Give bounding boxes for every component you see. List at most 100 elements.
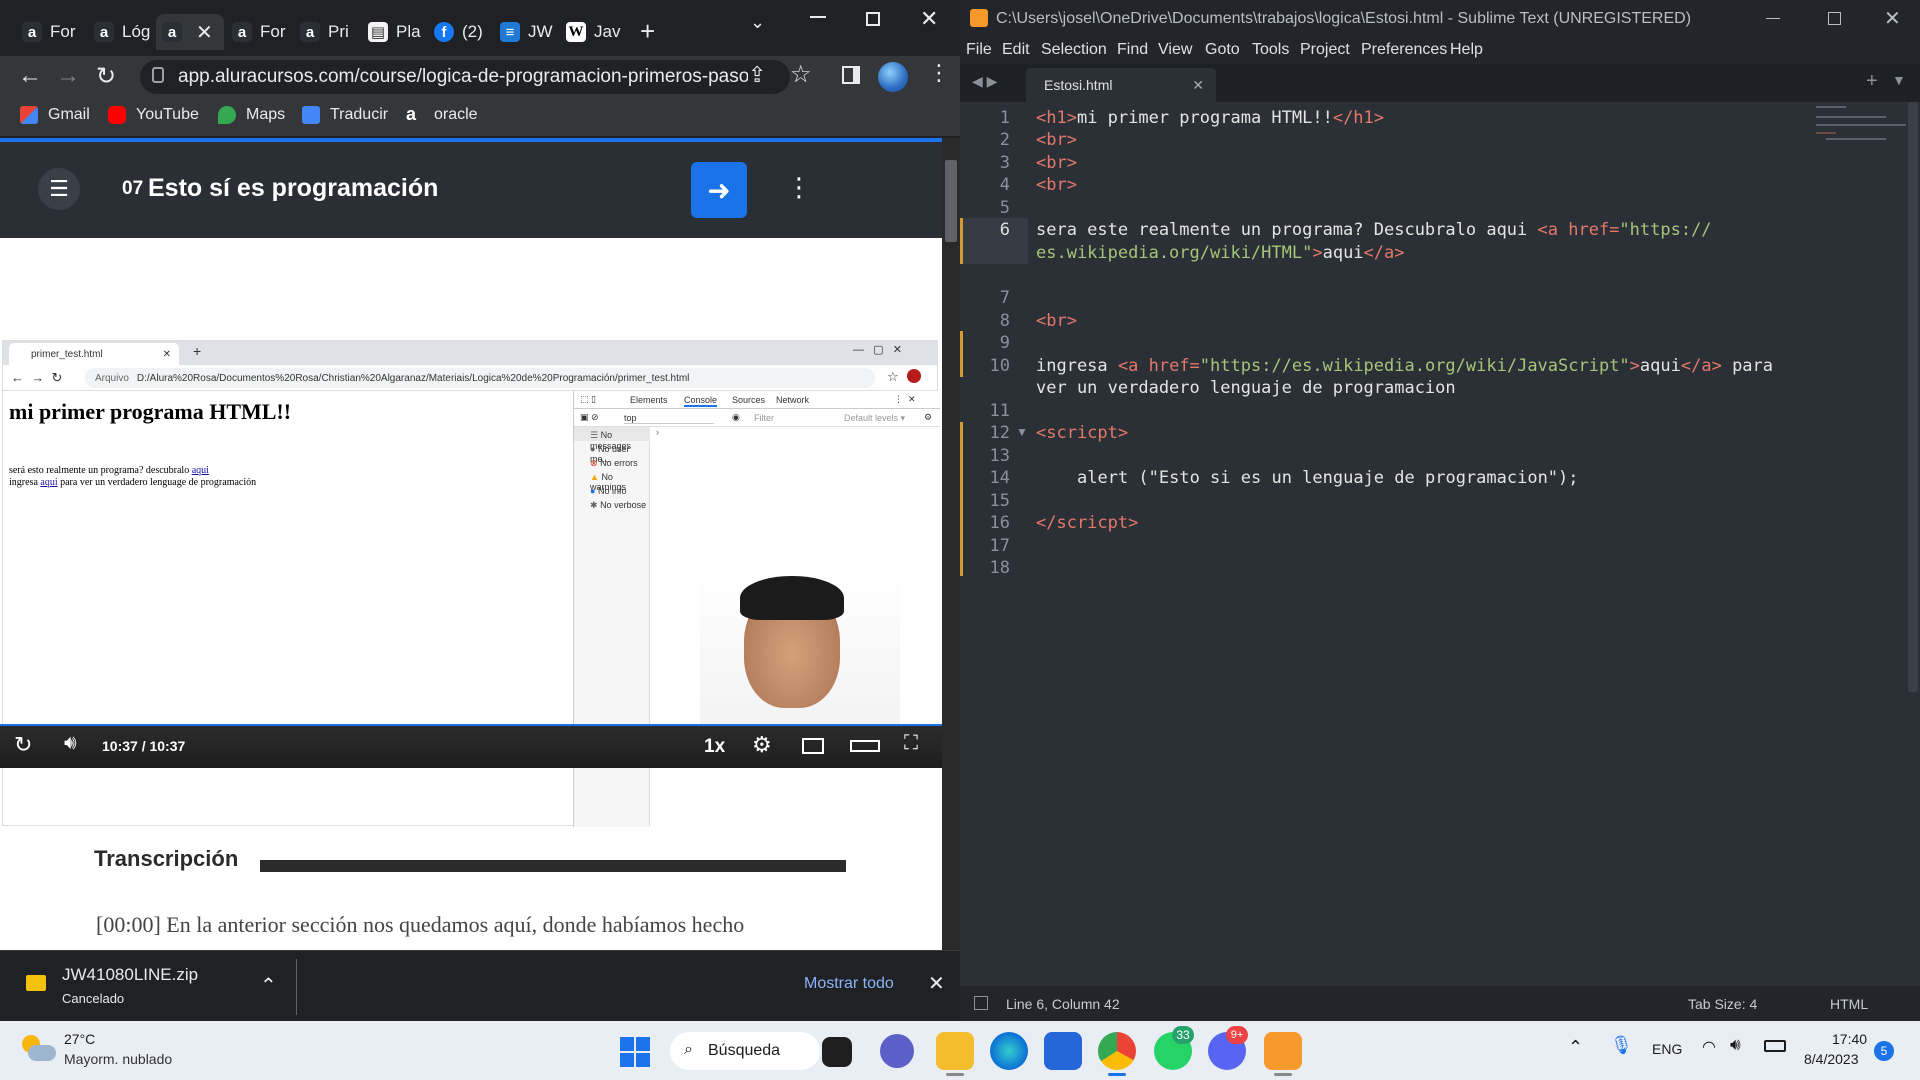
- next-lesson-button[interactable]: ➜: [691, 162, 747, 218]
- microphone-icon[interactable]: 🎙︎: [1610, 1035, 1633, 1056]
- console-filter-input[interactable]: Filter: [754, 413, 774, 423]
- tab-list-icon[interactable]: ▼: [1892, 72, 1906, 88]
- menu-help[interactable]: Help: [1450, 41, 1483, 59]
- maximize-button[interactable]: [866, 12, 880, 26]
- side-panel-icon[interactable]: [842, 66, 860, 84]
- console-filter-info[interactable]: ● No info: [590, 486, 626, 496]
- inner-profile-icon[interactable]: [907, 369, 921, 383]
- panel-toggle-icon[interactable]: [974, 996, 988, 1010]
- sublime-taskbar-icon[interactable]: [1264, 1032, 1302, 1070]
- ms-store-icon[interactable]: [1044, 1032, 1082, 1070]
- code-editor[interactable]: 1 2 3 4 5 6 7 8 9 10 11 12 ▼ 13 14 15 16…: [960, 102, 1920, 986]
- scrollbar-thumb[interactable]: [945, 160, 957, 242]
- chevron-up-icon[interactable]: ⌃: [260, 973, 277, 998]
- edge-icon[interactable]: [990, 1032, 1028, 1070]
- bookmark-oracle[interactable]: a oracle: [406, 105, 478, 124]
- weather-icon[interactable]: [20, 1035, 56, 1065]
- share-icon[interactable]: ⇪: [748, 62, 766, 88]
- devtools-tab-elements[interactable]: Elements: [630, 395, 668, 405]
- editor-scrollbar-thumb[interactable]: [1908, 102, 1918, 692]
- browser-tab-4[interactable]: a For: [226, 14, 298, 50]
- windows-start-icon[interactable]: [620, 1037, 650, 1067]
- menu-project[interactable]: Project: [1300, 41, 1350, 59]
- inner-nav-icons[interactable]: ← → ↻: [11, 370, 62, 386]
- sublime-maximize-button[interactable]: [1828, 12, 1841, 25]
- inner-close-tab-icon[interactable]: ✕: [163, 349, 171, 360]
- fold-arrow-icon[interactable]: ▼: [1016, 425, 1028, 439]
- weather-temp[interactable]: 27°C: [64, 1031, 95, 1047]
- eye-icon[interactable]: ◉: [732, 412, 740, 423]
- inspect-icon[interactable]: ⬚ ▯: [580, 394, 596, 405]
- replay-icon[interactable]: ↻: [14, 732, 32, 758]
- chrome-menu-icon[interactable]: ⋮: [928, 60, 950, 86]
- menu-edit[interactable]: Edit: [1002, 41, 1030, 59]
- sublime-minimize-button[interactable]: [1766, 18, 1780, 19]
- menu-preferences[interactable]: Preferences: [1361, 41, 1447, 59]
- wifi-icon[interactable]: ◠: [1702, 1037, 1716, 1057]
- inner-address-bar[interactable]: Arquivo D:/Alura%20Rosa/Documentos%20Rosa…: [85, 368, 875, 388]
- levels-dropdown[interactable]: Default levels ▾: [844, 413, 905, 424]
- playback-speed-button[interactable]: 1x: [704, 736, 725, 758]
- file-explorer-icon[interactable]: [936, 1032, 974, 1070]
- devtools-tab-console[interactable]: Console: [684, 395, 718, 407]
- address-bar[interactable]: app.aluracursos.com/course/logica-de-pro…: [140, 60, 790, 94]
- bookmark-gmail[interactable]: Gmail: [20, 106, 90, 124]
- weather-desc[interactable]: Mayorm. nublado: [64, 1051, 172, 1067]
- inner-window-controls[interactable]: — ▢ ✕: [853, 343, 902, 356]
- bookmark-star-icon[interactable]: ☆: [790, 60, 812, 89]
- settings-gear-icon[interactable]: ⚙: [752, 732, 772, 758]
- forward-arrow-icon[interactable]: →: [56, 62, 80, 90]
- menu-goto[interactable]: Goto: [1205, 41, 1240, 59]
- close-download-bar-icon[interactable]: ✕: [928, 971, 945, 996]
- browser-tab-active[interactable]: a ✕: [156, 14, 224, 50]
- sublime-close-button[interactable]: ✕: [1884, 6, 1901, 31]
- close-tab-icon[interactable]: ✕: [196, 20, 213, 45]
- browser-tab-8[interactable]: ≡ JW: [494, 14, 566, 50]
- clock-time[interactable]: 17:40: [1832, 1031, 1867, 1047]
- browser-tab-5[interactable]: a Pri: [294, 14, 366, 50]
- new-tab-button[interactable]: +: [640, 16, 655, 47]
- download-filename[interactable]: JW41080LINE.zip: [62, 965, 198, 985]
- console-prompt[interactable]: ›: [656, 427, 659, 437]
- menu-tools[interactable]: Tools: [1252, 41, 1289, 59]
- reload-icon[interactable]: ↻: [96, 62, 116, 91]
- chrome-icon[interactable]: [1098, 1032, 1136, 1070]
- inner-tab[interactable]: primer_test.html ✕: [9, 343, 179, 365]
- browser-tab-2[interactable]: a Lóg: [84, 14, 156, 50]
- notification-badge[interactable]: 5: [1874, 1041, 1894, 1061]
- back-arrow-icon[interactable]: ←: [18, 62, 42, 90]
- devtools-tab-sources[interactable]: Sources: [732, 395, 765, 405]
- console-settings-icon[interactable]: ⚙: [924, 412, 932, 423]
- chevron-up-icon[interactable]: ⌃: [1568, 1037, 1583, 1058]
- minimap[interactable]: [1812, 102, 1912, 162]
- console-filter-errors[interactable]: ⊗ No errors: [590, 458, 638, 469]
- volume-icon[interactable]: 🔊︎: [64, 732, 77, 755]
- menu-view[interactable]: View: [1158, 41, 1192, 59]
- close-window-button[interactable]: ✕: [920, 6, 938, 32]
- browser-tab-9[interactable]: W Jav: [560, 14, 632, 50]
- context-select[interactable]: top: [624, 413, 714, 424]
- inner-link-2[interactable]: aqui: [40, 477, 57, 488]
- language-indicator[interactable]: ENG: [1652, 1041, 1682, 1057]
- page-scrollbar[interactable]: [942, 138, 960, 950]
- new-tab-plus-icon[interactable]: +: [1866, 70, 1878, 93]
- inner-star-icon[interactable]: ☆: [887, 369, 899, 385]
- clear-console-icon[interactable]: ▣ ⊘: [580, 412, 599, 423]
- browser-tab-6[interactable]: ▤ Pla: [362, 14, 434, 50]
- battery-icon[interactable]: [1764, 1040, 1786, 1052]
- bookmark-youtube[interactable]: YouTube: [108, 106, 199, 124]
- devtools-menu-icon[interactable]: ⋮ ✕: [894, 394, 916, 405]
- menu-find[interactable]: Find: [1117, 41, 1148, 59]
- bookmark-traducir[interactable]: Traducir: [302, 106, 388, 124]
- browser-tab-1[interactable]: a For: [12, 14, 84, 50]
- more-options-icon[interactable]: ⋮: [786, 172, 812, 203]
- teams-icon[interactable]: [880, 1034, 914, 1068]
- devtools-tab-network[interactable]: Network: [776, 395, 809, 405]
- profile-avatar[interactable]: [878, 62, 908, 92]
- console-filter-verbose[interactable]: ✱ No verbose: [590, 500, 646, 511]
- editor-tab-close-icon[interactable]: ✕: [1192, 77, 1204, 94]
- minimize-button[interactable]: [810, 16, 826, 18]
- clock-date[interactable]: 8/4/2023: [1804, 1051, 1859, 1067]
- picture-in-picture-icon[interactable]: [802, 738, 824, 754]
- inner-new-tab-button[interactable]: +: [193, 343, 201, 359]
